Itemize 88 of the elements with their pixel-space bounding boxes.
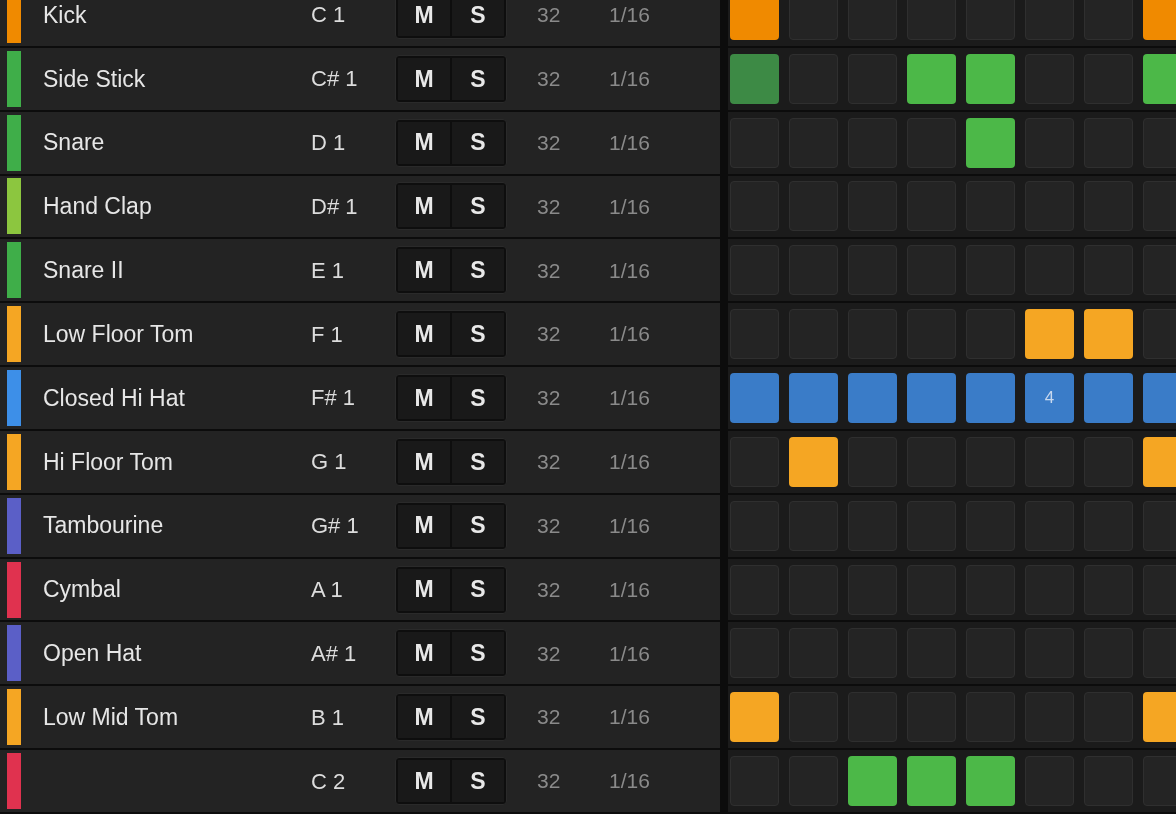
step-pad[interactable]	[966, 53, 1015, 104]
step-resolution: 1/16	[609, 640, 650, 667]
track-name: Tambourine	[43, 512, 164, 539]
mute-button[interactable]: M	[398, 57, 450, 100]
step-resolution: 1/16	[609, 512, 650, 539]
step-pad[interactable]	[730, 53, 779, 104]
step-resolution: 1/16	[609, 66, 650, 92]
solo-button[interactable]: S	[452, 313, 504, 356]
solo-button[interactable]: S	[452, 504, 504, 547]
track-name: Low Floor Tom	[43, 320, 194, 347]
mute-button[interactable]: M	[398, 313, 450, 356]
mute-button[interactable]: M	[398, 249, 450, 292]
note-label: B 1	[311, 703, 346, 732]
solo-button[interactable]: S	[452, 57, 504, 100]
note-label: G# 1	[311, 512, 360, 541]
step-resolution: 1/16	[609, 321, 650, 348]
step-pad[interactable]	[966, 117, 1015, 168]
note-label: A 1	[311, 576, 344, 604]
mute-button[interactable]: M	[398, 632, 450, 675]
mute-button[interactable]: M	[398, 377, 450, 419]
note-label: C# 1	[311, 65, 359, 94]
solo-button[interactable]: S	[452, 377, 504, 419]
step-resolution: 1/16	[609, 576, 650, 603]
note-label: F 1	[311, 320, 344, 349]
step-resolution: 1/16	[609, 2, 650, 29]
note-label: F# 1	[311, 384, 357, 413]
step-count: 32	[537, 257, 562, 284]
step-pad[interactable]	[907, 53, 956, 104]
solo-button[interactable]: S	[452, 249, 504, 292]
solo-button[interactable]: S	[452, 0, 504, 36]
solo-button[interactable]: S	[452, 185, 504, 228]
step-count: 32	[537, 704, 562, 731]
step-count: 32	[537, 2, 562, 29]
track-name: Low Mid Tom	[43, 703, 179, 730]
solo-button[interactable]: S	[452, 440, 504, 483]
note-label: G 1	[311, 448, 348, 477]
step-pad[interactable]	[789, 436, 838, 487]
solo-button[interactable]: S	[452, 632, 504, 675]
track-name: Cymbal	[43, 576, 121, 603]
step-resolution: 1/16	[609, 385, 650, 412]
step-pad[interactable]	[730, 692, 779, 743]
step-count: 32	[537, 321, 562, 348]
mute-button[interactable]: M	[398, 121, 450, 164]
step-pad[interactable]	[1025, 309, 1074, 360]
note-label: D# 1	[311, 192, 359, 221]
step-count: 32	[537, 129, 562, 156]
step-count: 32	[537, 640, 562, 667]
mute-button[interactable]: M	[398, 0, 450, 36]
step-resolution: 1/16	[609, 257, 650, 284]
step-count: 32	[537, 449, 562, 476]
track-name: Hi Floor Tom	[43, 448, 173, 475]
track-name: Snare II	[43, 257, 124, 284]
mute-button[interactable]: M	[398, 504, 450, 547]
note-label: E 1	[311, 256, 346, 285]
track-name: Hand Clap	[43, 193, 152, 220]
step-pad[interactable]	[907, 756, 956, 807]
note-label: C 1	[311, 1, 347, 30]
step-count: 32	[537, 576, 562, 603]
step-resolution: 1/16	[609, 704, 650, 731]
track-name: Snare	[43, 129, 105, 156]
note-label: C 2	[311, 767, 347, 796]
step-count: 32	[537, 512, 562, 539]
step-count: 32	[537, 385, 562, 412]
step-resolution: 1/16	[609, 193, 650, 220]
note-label: A# 1	[311, 639, 358, 668]
step-pad[interactable]	[848, 756, 897, 807]
step-count: 32	[537, 768, 562, 795]
step-pad[interactable]	[966, 756, 1015, 807]
step-count: 32	[537, 193, 562, 220]
solo-button[interactable]: S	[452, 760, 504, 803]
track-name: Side Stick	[43, 65, 146, 92]
track-name: Open Hat	[43, 640, 142, 667]
step-pad[interactable]	[1084, 309, 1133, 360]
solo-button[interactable]: S	[452, 568, 504, 611]
track-name: Kick	[43, 1, 87, 28]
step-resolution: 1/16	[609, 129, 650, 156]
mute-button[interactable]: M	[398, 440, 450, 483]
mute-button[interactable]: M	[398, 696, 450, 739]
solo-button[interactable]: S	[452, 696, 504, 739]
note-label: D 1	[311, 129, 347, 158]
mute-button[interactable]: M	[398, 185, 450, 228]
step-resolution: 1/16	[609, 449, 650, 476]
step-resolution: 1/16	[609, 768, 650, 795]
step-count: 32	[537, 66, 562, 92]
mute-button[interactable]: M	[398, 760, 450, 803]
mute-button[interactable]: M	[398, 568, 450, 611]
solo-button[interactable]: S	[452, 121, 504, 164]
track-name: Closed Hi Hat	[43, 384, 185, 411]
